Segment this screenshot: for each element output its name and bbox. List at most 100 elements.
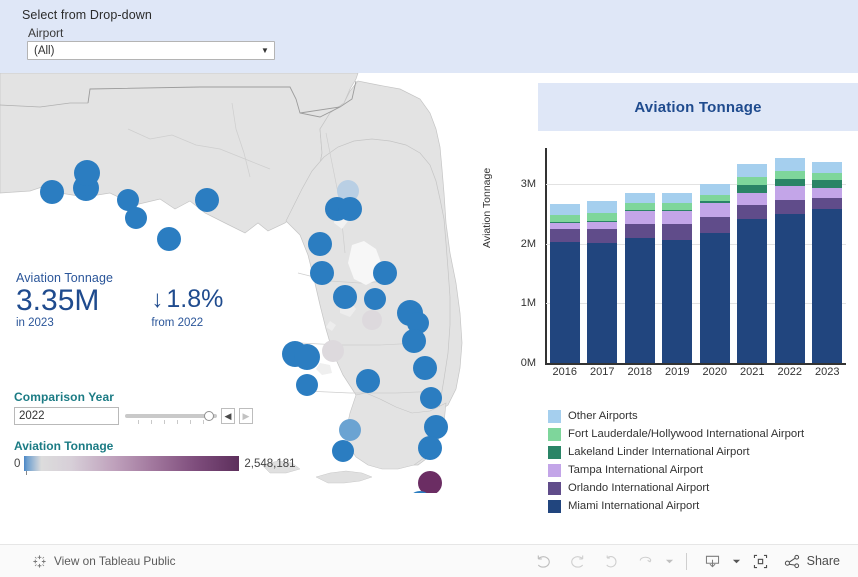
download-icon	[706, 555, 720, 567]
bar-segment[interactable]	[549, 203, 580, 215]
legend-item[interactable]: Orlando International Airport	[548, 479, 858, 497]
airport-filter-dropdown[interactable]: (All) ▼	[27, 41, 275, 60]
bar-segment[interactable]	[812, 188, 843, 198]
bar-stack[interactable]	[737, 148, 768, 363]
bar-segment[interactable]	[774, 214, 805, 363]
bar-segment[interactable]	[699, 201, 730, 203]
bar-segment[interactable]	[699, 195, 730, 202]
undo-button[interactable]	[527, 547, 561, 575]
bar-segment[interactable]	[624, 210, 655, 224]
refresh-dropdown-button[interactable]	[663, 557, 677, 566]
bar-segment[interactable]	[812, 209, 843, 363]
x-axis-labels: 2016 2017 2018 2019 2020 2021 2022 2023	[546, 366, 846, 386]
bar-series-container[interactable]	[546, 148, 846, 363]
bar-stack[interactable]	[549, 148, 580, 363]
bar-segment[interactable]	[549, 228, 580, 242]
bar-stack[interactable]	[662, 148, 693, 363]
bar-segment[interactable]	[812, 161, 843, 173]
comparison-year-prev-button[interactable]: ◀	[221, 408, 235, 424]
comparison-year-label: Comparison Year	[14, 390, 114, 404]
bar-segment[interactable]	[549, 214, 580, 222]
bar-segment[interactable]	[624, 237, 655, 363]
bar-segment[interactable]	[774, 179, 805, 187]
fullscreen-button[interactable]	[744, 547, 778, 575]
bar-segment[interactable]	[587, 200, 618, 213]
legend-swatch	[548, 409, 561, 423]
chevron-down-icon	[733, 559, 741, 563]
chart-legend[interactable]: Other Airports Fort Lauderdale/Hollywood …	[548, 407, 858, 515]
bar-stack[interactable]	[624, 148, 655, 363]
bar-segment[interactable]	[812, 172, 843, 180]
bar-segment[interactable]	[587, 242, 618, 363]
download-dropdown-button[interactable]	[730, 557, 744, 566]
bar-segment[interactable]	[662, 210, 693, 225]
bar-segment[interactable]	[662, 203, 693, 211]
airport-filter-label: Airport	[28, 26, 64, 40]
legend-item[interactable]: Tampa International Airport	[548, 461, 858, 479]
refresh-icon	[639, 556, 652, 562]
bar-segment[interactable]	[737, 192, 768, 206]
bar-segment[interactable]	[737, 164, 768, 178]
bar-segment[interactable]	[587, 212, 618, 222]
bar-segment[interactable]	[774, 199, 805, 215]
view-on-tableau-public-button[interactable]: View on Tableau Public	[32, 554, 176, 569]
bar-segment[interactable]	[624, 210, 655, 211]
redo-button[interactable]	[561, 547, 595, 575]
bar-segment[interactable]	[549, 221, 580, 223]
bar-segment[interactable]	[662, 239, 693, 363]
x-axis-tick: 2018	[627, 366, 652, 378]
download-button[interactable]	[696, 547, 730, 575]
bar-segment[interactable]	[737, 205, 768, 220]
slider-knob[interactable]	[204, 411, 214, 421]
bar-chart[interactable]: Aviation Tonnage 0M 1M 2M 3M 2016 2017 2018 20…	[478, 148, 858, 383]
bar-segment[interactable]	[737, 185, 768, 193]
legend-item[interactable]: Lakeland Linder International Airport	[548, 443, 858, 461]
bar-segment[interactable]	[587, 228, 618, 243]
bottom-toolbar: View on Tableau Public Share	[0, 544, 858, 577]
bar-segment[interactable]	[699, 232, 730, 363]
map-marker	[195, 188, 219, 212]
bar-segment[interactable]	[587, 222, 618, 229]
map-marker	[40, 180, 64, 204]
arrow-down-icon: ↓	[151, 286, 164, 313]
bar-segment[interactable]	[812, 197, 843, 210]
comparison-year-slider[interactable]	[125, 407, 217, 425]
map-marker	[322, 340, 344, 362]
bar-stack[interactable]	[587, 148, 618, 363]
share-button[interactable]: Share	[784, 553, 840, 570]
comparison-year-next-button[interactable]: ▶	[239, 408, 253, 424]
bar-segment[interactable]	[774, 157, 805, 171]
bar-segment[interactable]	[699, 217, 730, 233]
bar-segment[interactable]	[774, 186, 805, 200]
bar-segment[interactable]	[662, 224, 693, 240]
chevron-down-icon: ▼	[261, 45, 269, 55]
bar-segment[interactable]	[699, 183, 730, 196]
bar-segment[interactable]	[624, 192, 655, 204]
refresh-button[interactable]	[629, 547, 663, 575]
bar-segment[interactable]	[699, 202, 730, 218]
bar-segment[interactable]	[737, 219, 768, 363]
bar-segment[interactable]	[662, 192, 693, 204]
bar-segment[interactable]	[774, 171, 805, 180]
comparison-year-input[interactable]: 2022	[14, 407, 119, 425]
legend-item[interactable]: Fort Lauderdale/Hollywood International …	[548, 425, 858, 443]
bar-segment[interactable]	[737, 177, 768, 186]
revert-button[interactable]	[595, 547, 629, 575]
bar-stack[interactable]	[774, 148, 805, 363]
bar-stack[interactable]	[812, 148, 843, 363]
bar-stack[interactable]	[699, 148, 730, 363]
color-legend-tick	[26, 471, 28, 475]
legend-item[interactable]: Other Airports	[548, 407, 858, 425]
bar-segment[interactable]	[549, 222, 580, 229]
bar-segment[interactable]	[587, 221, 618, 223]
map-marker	[308, 232, 332, 256]
map-marker	[424, 415, 448, 439]
comparison-year-control[interactable]: Comparison Year 2022 ◀ ▶	[14, 390, 274, 425]
bar-segment[interactable]	[812, 179, 843, 189]
legend-item[interactable]: Miami International Airport	[548, 497, 858, 515]
bar-segment[interactable]	[662, 210, 693, 211]
map-panel[interactable]: Aviation Tonnage 3.35M in 2023 ↓ 1.8% fro…	[0, 73, 478, 493]
bar-segment[interactable]	[624, 203, 655, 211]
bar-segment[interactable]	[549, 241, 580, 363]
bar-segment[interactable]	[624, 223, 655, 238]
